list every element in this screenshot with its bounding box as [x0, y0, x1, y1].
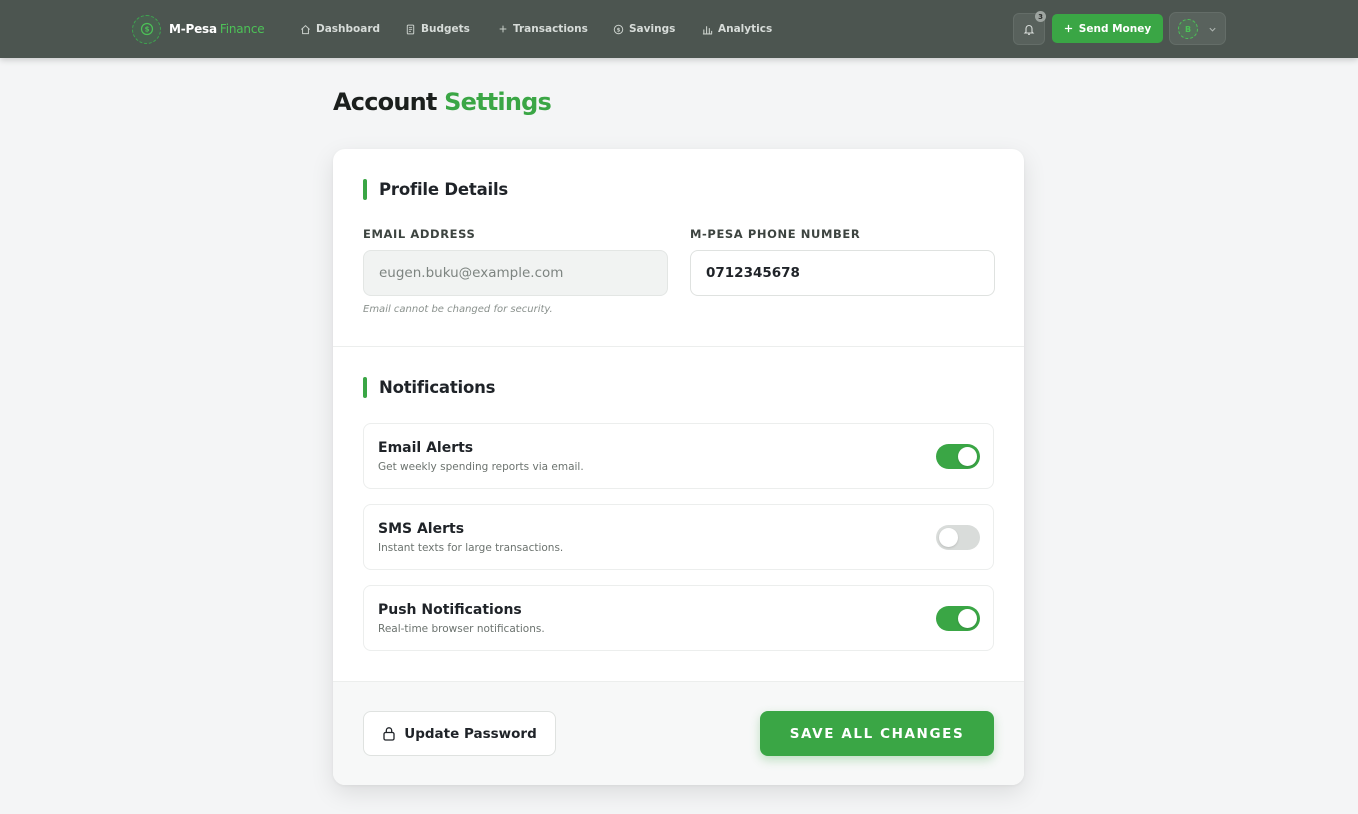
update-password-label: Update Password: [404, 725, 537, 742]
coin-icon: $: [613, 24, 624, 34]
page-title-accent: Settings: [444, 88, 552, 116]
email-field: eugen.buku@example.com: [363, 250, 668, 296]
notification-title: Push Notifications: [378, 602, 522, 618]
profile-section-header: Profile Details: [363, 179, 508, 200]
notification-row-push: Push Notifications Real-time browser not…: [363, 585, 994, 651]
send-money-label: Send Money: [1078, 22, 1152, 35]
profile-section-title: Profile Details: [379, 180, 509, 199]
notification-description: Instant texts for large transactions.: [378, 542, 564, 554]
notification-description: Real-time browser notifications.: [378, 623, 545, 635]
save-all-changes-button[interactable]: SAVE ALL CHANGES: [760, 711, 994, 756]
home-icon: [301, 24, 310, 34]
email-hint: Email cannot be changed for security.: [363, 304, 553, 315]
notifications-section-header: Notifications: [363, 377, 495, 398]
email-alerts-toggle[interactable]: [936, 444, 980, 469]
nav-link-label: Analytics: [718, 23, 773, 35]
nav-link-label: Savings: [629, 23, 676, 35]
bar-chart-icon: [702, 25, 713, 34]
toggle-knob: [958, 447, 977, 466]
phone-label: M-PESA PHONE NUMBER: [690, 227, 861, 241]
notification-row-email: Email Alerts Get weekly spending reports…: [363, 423, 994, 489]
section-accent-bar: [363, 179, 367, 200]
notifications-section-title: Notifications: [379, 378, 496, 397]
nav-link-dashboard[interactable]: Dashboard: [300, 21, 380, 37]
nav-link-label: Transactions: [513, 23, 588, 35]
avatar: B: [1178, 19, 1198, 39]
brand-name: M-Pesa: [169, 22, 217, 36]
phone-field[interactable]: 0712345678: [690, 250, 995, 296]
dollar-circle-icon: $: [132, 14, 161, 44]
bell-icon: [1023, 24, 1035, 35]
email-label: EMAIL ADDRESS: [363, 227, 476, 241]
notification-count-badge: 3: [1035, 11, 1046, 22]
settings-card: Profile Details EMAIL ADDRESS eugen.buku…: [333, 149, 1024, 785]
svg-text:$: $: [144, 26, 149, 34]
top-navbar: $ M-Pesa Finance Dashboard Budgets Trans…: [0, 0, 1358, 58]
nav-link-label: Dashboard: [316, 23, 381, 35]
document-icon: [406, 24, 415, 34]
push-notifications-toggle[interactable]: [936, 606, 980, 631]
toggle-knob: [939, 528, 958, 547]
section-divider: [333, 346, 1024, 347]
brand[interactable]: $ M-Pesa Finance: [132, 14, 265, 44]
plus-icon: [499, 25, 507, 33]
nav-link-label: Budgets: [421, 23, 470, 35]
send-money-button[interactable]: Send Money: [1052, 14, 1163, 43]
nav-link-budgets[interactable]: Budgets: [405, 21, 470, 37]
nav-link-savings[interactable]: $ Savings: [613, 21, 675, 37]
update-password-button[interactable]: Update Password: [363, 711, 556, 756]
section-accent-bar: [363, 377, 367, 398]
svg-text:$: $: [617, 27, 621, 33]
nav-link-analytics[interactable]: Analytics: [702, 21, 772, 37]
nav-link-transactions[interactable]: Transactions: [498, 21, 588, 37]
notification-title: SMS Alerts: [378, 521, 465, 537]
notification-row-sms: SMS Alerts Instant texts for large trans…: [363, 504, 994, 570]
page-title-main: Account: [333, 88, 437, 116]
toggle-knob: [958, 609, 977, 628]
plus-icon: [1064, 24, 1072, 33]
sms-alerts-toggle[interactable]: [936, 525, 980, 550]
lock-icon: [383, 727, 395, 741]
chevron-down-icon: [1209, 27, 1216, 32]
card-footer: Update Password SAVE ALL CHANGES: [333, 681, 1024, 785]
brand-accent: Finance: [219, 22, 265, 36]
notification-title: Email Alerts: [378, 440, 474, 456]
notification-description: Get weekly spending reports via email.: [378, 461, 584, 473]
user-menu-button[interactable]: B: [1169, 12, 1226, 45]
page-title: Account Settings: [333, 88, 552, 120]
